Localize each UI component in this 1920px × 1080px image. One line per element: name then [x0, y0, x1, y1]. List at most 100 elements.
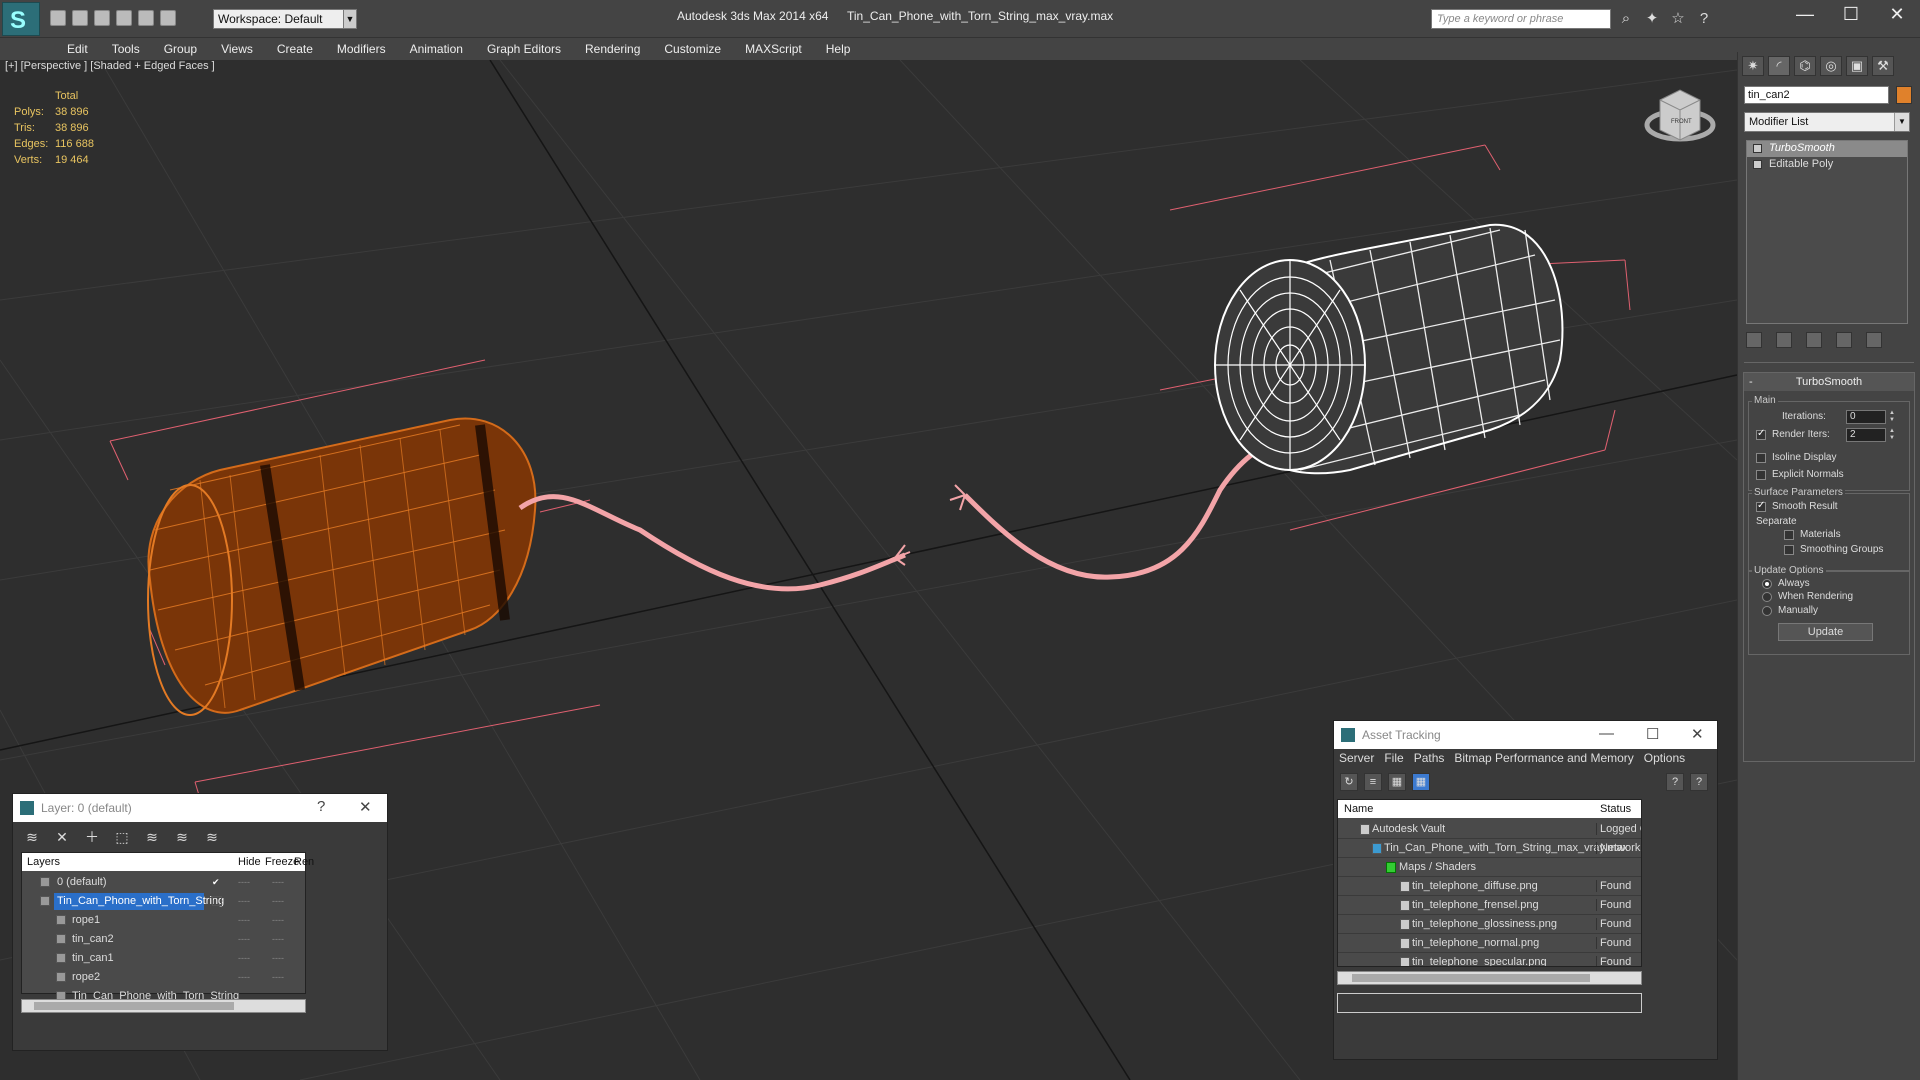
menu-views[interactable]: Views — [209, 38, 265, 60]
asset-row[interactable]: tin_telephone_specular.png Found — [1338, 953, 1641, 966]
column-status[interactable]: Status — [1600, 803, 1631, 815]
maximize-icon[interactable]: ☐ — [1646, 725, 1659, 743]
save-file-icon[interactable] — [94, 10, 110, 26]
hide-toggle[interactable]: ---- — [238, 953, 250, 963]
freeze-all-layers-icon[interactable]: ≋ — [203, 828, 221, 846]
help-icon[interactable]: ? — [317, 798, 325, 815]
make-unique-icon[interactable] — [1806, 332, 1822, 348]
rollout-header[interactable]: - TurboSmooth — [1744, 373, 1914, 391]
layer-row[interactable]: rope2 ---- ---- — [22, 968, 305, 987]
close-icon[interactable]: ✕ — [1691, 725, 1704, 743]
menu-maxscript[interactable]: MAXScript — [733, 38, 814, 60]
materials-checkbox[interactable] — [1784, 530, 1794, 540]
motion-tab-icon[interactable]: ◎ — [1820, 56, 1842, 76]
viewcube[interactable] — [1644, 89, 1716, 142]
redo-icon[interactable] — [138, 10, 154, 26]
search-input[interactable]: Type a keyword or phrase — [1431, 9, 1611, 29]
iterations-spinner[interactable]: 0 — [1846, 410, 1886, 424]
hide-toggle[interactable]: ---- — [238, 877, 250, 887]
smooth-result-checkbox[interactable] — [1756, 500, 1766, 512]
close-icon[interactable]: ✕ — [359, 798, 372, 816]
menu-tools[interactable]: Tools — [100, 38, 152, 60]
stack-item-editable-poly[interactable]: Editable Poly — [1747, 157, 1907, 173]
menu-customize[interactable]: Customize — [652, 38, 733, 60]
highlight-selected-icon[interactable]: ≋ — [143, 828, 161, 846]
asset-dialog-titlebar[interactable]: Asset Tracking — [1334, 721, 1717, 749]
manually-radio[interactable] — [1762, 606, 1772, 616]
communication-center-icon[interactable]: ✦ — [1643, 10, 1661, 28]
tin-can1[interactable] — [147, 417, 537, 716]
refresh-icon[interactable]: ↻ — [1340, 773, 1358, 791]
undo-icon[interactable] — [116, 10, 132, 26]
select-in-layer-icon[interactable]: ⬚ — [113, 828, 131, 846]
horizontal-scrollbar[interactable] — [1337, 971, 1642, 985]
menu-graph-editors[interactable]: Graph Editors — [475, 38, 573, 60]
menu-options[interactable]: Options — [1644, 751, 1685, 765]
utilities-tab-icon[interactable]: ⚒ — [1872, 56, 1894, 76]
remove-modifier-icon[interactable] — [1836, 332, 1852, 348]
help-icon[interactable]: ? — [1666, 773, 1684, 791]
asset-row[interactable]: tin_telephone_frensel.png Found — [1338, 896, 1641, 915]
freeze-toggle[interactable]: ---- — [272, 915, 284, 925]
column-render[interactable]: Ren — [294, 856, 314, 868]
minimize-icon[interactable]: — — [1790, 4, 1820, 25]
close-icon[interactable]: ✕ — [1882, 4, 1912, 25]
favorites-star-icon[interactable]: ☆ — [1669, 10, 1687, 28]
tin-can2[interactable] — [1214, 223, 1564, 475]
table-view-icon[interactable]: ▦ — [1412, 773, 1430, 791]
maximize-icon[interactable]: ☐ — [1836, 4, 1866, 25]
modify-tab-icon[interactable]: ◜ — [1768, 56, 1790, 76]
expand-icon[interactable] — [1753, 160, 1762, 169]
spinner-arrows-icon[interactable]: ▲ ▼ — [1887, 428, 1897, 442]
asset-row[interactable]: Maps / Shaders — [1338, 858, 1641, 877]
pin-stack-icon[interactable] — [1746, 332, 1762, 348]
display-tab-icon[interactable]: ▣ — [1846, 56, 1868, 76]
viewport-label[interactable]: [+] [Perspective ] [Shaded + Edged Faces… — [5, 60, 215, 72]
column-name[interactable]: Name — [1344, 803, 1373, 815]
freeze-toggle[interactable]: ---- — [272, 934, 284, 944]
menu-animation[interactable]: Animation — [398, 38, 475, 60]
layer-row[interactable]: 0 (default) ✔ ---- ---- — [22, 873, 305, 892]
when-rendering-radio[interactable] — [1762, 592, 1772, 602]
always-radio[interactable] — [1762, 579, 1772, 589]
asset-row[interactable]: tin_telephone_glossiness.png Found — [1338, 915, 1641, 934]
list-view-icon[interactable]: ≡ — [1364, 773, 1382, 791]
thumbnail-view-icon[interactable]: ▦ — [1388, 773, 1406, 791]
active-layer-check-icon[interactable]: ✔ — [212, 877, 220, 888]
configure-sets-icon[interactable] — [1866, 332, 1882, 348]
lightbulb-icon[interactable] — [1753, 144, 1762, 153]
hide-toggle[interactable]: ---- — [238, 896, 250, 906]
column-layers[interactable]: Layers — [27, 856, 60, 868]
menu-rendering[interactable]: Rendering — [573, 38, 652, 60]
menu-server[interactable]: Server — [1339, 751, 1374, 765]
hide-all-layers-icon[interactable]: ≋ — [173, 828, 191, 846]
binoculars-icon[interactable]: ⌕ — [1617, 10, 1635, 28]
menu-group[interactable]: Group — [152, 38, 209, 60]
asset-row[interactable]: Tin_Can_Phone_with_Torn_String_max_vray.… — [1338, 839, 1641, 858]
scrollbar-thumb[interactable] — [1352, 974, 1590, 982]
chevron-down-icon[interactable]: ▼ — [343, 9, 357, 29]
freeze-toggle[interactable]: ---- — [272, 877, 284, 887]
menu-file[interactable]: File — [1384, 751, 1403, 765]
menu-help[interactable]: Help — [814, 38, 863, 60]
explicit-normals-checkbox[interactable] — [1756, 470, 1766, 480]
new-file-icon[interactable] — [50, 10, 66, 26]
stack-item-turbosmooth[interactable]: TurboSmooth — [1747, 141, 1907, 157]
asset-row[interactable]: tin_telephone_normal.png Found — [1338, 934, 1641, 953]
modifier-list-dropdown[interactable]: Modifier List ▼ — [1744, 112, 1910, 132]
active-layer-box-icon[interactable] — [212, 896, 222, 906]
context-help-icon[interactable]: ? — [1690, 773, 1708, 791]
freeze-toggle[interactable]: ---- — [272, 896, 284, 906]
spinner-arrows-icon[interactable]: ▲ ▼ — [1887, 410, 1897, 424]
hide-toggle[interactable]: ---- — [238, 972, 250, 982]
smoothing-groups-checkbox[interactable] — [1784, 545, 1794, 555]
layer-row[interactable]: tin_can1 ---- ---- — [22, 949, 305, 968]
project-folder-icon[interactable] — [160, 10, 176, 26]
update-button[interactable]: Update — [1778, 623, 1873, 641]
menu-create[interactable]: Create — [265, 38, 325, 60]
delete-layer-icon[interactable]: ✕ — [53, 828, 71, 846]
layer-dialog-titlebar[interactable]: Layer: 0 (default) — [13, 794, 387, 822]
hide-toggle[interactable]: ---- — [238, 934, 250, 944]
app-menu-button[interactable]: S — [2, 2, 40, 36]
show-end-result-icon[interactable] — [1776, 332, 1792, 348]
